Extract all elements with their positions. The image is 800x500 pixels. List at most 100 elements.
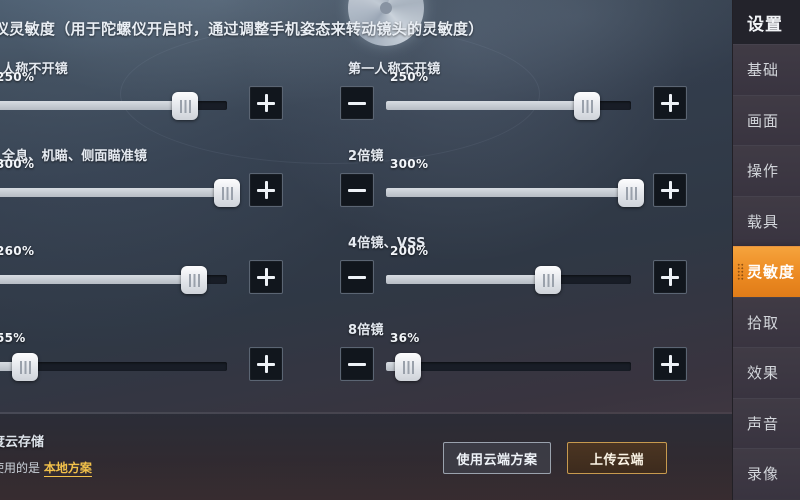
increase-button[interactable] <box>653 347 687 381</box>
slider-value: 36% <box>390 331 420 345</box>
sidebar-item-label: 拾取 <box>747 313 780 332</box>
increase-button[interactable] <box>653 173 687 207</box>
slider-cell-left: 55% <box>0 319 340 406</box>
slider-handle[interactable] <box>535 266 561 294</box>
sidebar-item-label: 载具 <box>747 212 780 231</box>
slider-fill <box>0 275 194 284</box>
sidebar-header: 设置 <box>733 0 800 44</box>
increase-button[interactable] <box>249 347 283 381</box>
settings-sidebar: 设置 基础画面操作载具灵敏度拾取效果声音录像 <box>732 0 800 500</box>
slider-cell-left: 人称不开镜 250% <box>0 58 340 145</box>
sidebar-item-list: 基础画面操作载具灵敏度拾取效果声音录像 <box>733 44 800 499</box>
sidebar-item-label: 画面 <box>747 111 780 130</box>
sidebar-item-label: 声音 <box>747 414 780 433</box>
sidebar-item-1[interactable]: 基础 <box>733 44 800 95</box>
drag-handle-icon <box>737 262 744 281</box>
sensitivity-slider[interactable]: 260% <box>0 244 227 300</box>
sidebar-item-4[interactable]: 载具 <box>733 195 800 246</box>
decrease-button[interactable] <box>340 86 374 120</box>
minus-icon <box>348 101 366 105</box>
sidebar-item-label: 效果 <box>747 364 780 383</box>
slider-control: 36% <box>340 331 687 387</box>
sidebar-item-3[interactable]: 操作 <box>733 145 800 196</box>
slider-value: 250% <box>390 70 429 84</box>
sidebar-item-7[interactable]: 效果 <box>733 347 800 398</box>
sensitivity-slider[interactable]: 36% <box>386 331 631 387</box>
current-scheme-value: 本地方案 <box>43 461 92 477</box>
decrease-button[interactable] <box>340 347 374 381</box>
minus-icon <box>348 188 366 192</box>
slider-value: 200% <box>390 244 429 258</box>
slider-control: 250% <box>0 70 283 126</box>
sidebar-item-2[interactable]: 画面 <box>733 94 800 145</box>
plus-icon-vertical <box>668 355 672 373</box>
sensitivity-slider[interactable]: 200% <box>386 244 631 300</box>
slider-handle[interactable] <box>172 92 198 120</box>
sidebar-item-8[interactable]: 声音 <box>733 397 800 448</box>
slider-track[interactable] <box>386 362 631 371</box>
slider-fill <box>0 188 227 197</box>
slider-cell-right: 8倍镜 36% <box>340 319 700 406</box>
slider-cell-right: 4倍镜、VSS 200% <box>340 232 700 319</box>
sidebar-item-label: 灵敏度 <box>747 263 796 282</box>
slider-value: 260% <box>0 244 35 258</box>
sidebar-item-9[interactable]: 录像 <box>733 448 800 499</box>
slider-handle[interactable] <box>395 353 421 381</box>
slider-cell-right: 第一人称不开镜 250% <box>340 58 700 145</box>
slider-control: 300% <box>0 157 283 213</box>
decrease-button[interactable] <box>340 260 374 294</box>
decrease-button[interactable] <box>340 173 374 207</box>
sidebar-item-6[interactable]: 拾取 <box>733 296 800 347</box>
slider-row: 55% 8倍镜 36% <box>0 319 740 406</box>
upload-cloud-button[interactable]: 上传云端 <box>567 442 667 474</box>
increase-button[interactable] <box>249 173 283 207</box>
slider-fill <box>386 101 587 110</box>
increase-button[interactable] <box>249 86 283 120</box>
slider-handle[interactable] <box>618 179 644 207</box>
slider-value: 300% <box>390 157 429 171</box>
slider-handle[interactable] <box>12 353 38 381</box>
slider-handle[interactable] <box>574 92 600 120</box>
plus-icon-vertical <box>668 268 672 286</box>
slider-label: 8倍镜 <box>348 323 384 338</box>
slider-value: 300% <box>0 157 35 171</box>
sensitivity-slider[interactable]: 300% <box>386 157 644 213</box>
sidebar-item-label: 录像 <box>747 465 780 484</box>
slider-control: 55% <box>0 331 283 387</box>
slider-fill <box>386 188 631 197</box>
plus-icon-vertical <box>264 355 268 373</box>
page-title: 仪灵敏度（用于陀螺仪开启时，通过调整手机姿态来转动镜头的灵敏度） <box>0 20 484 38</box>
plus-icon-vertical <box>264 94 268 112</box>
plus-icon-vertical <box>264 181 268 199</box>
sidebar-item-label: 操作 <box>747 162 780 181</box>
cloud-storage-title: 度云存储 <box>0 435 45 450</box>
slider-control: 250% <box>340 70 687 126</box>
slider-fill <box>386 275 548 284</box>
slider-handle[interactable] <box>181 266 207 294</box>
sidebar-item-label: 基础 <box>747 61 780 80</box>
slider-row: 260% 4倍镜、VSS 200% <box>0 232 740 319</box>
minus-icon <box>348 362 366 366</box>
current-scheme-prefix: 使用的是 <box>0 461 41 475</box>
increase-button[interactable] <box>653 260 687 294</box>
use-cloud-scheme-button[interactable]: 使用云端方案 <box>443 442 551 474</box>
sensitivity-slider[interactable]: 55% <box>0 331 227 387</box>
increase-button[interactable] <box>249 260 283 294</box>
sidebar-item-5[interactable]: 灵敏度 <box>733 246 800 297</box>
slider-control: 300% <box>340 157 687 213</box>
settings-screen: 仪灵敏度（用于陀螺仪开启时，通过调整手机姿态来转动镜头的灵敏度） 人称不开镜 25… <box>0 0 800 500</box>
sensitivity-slider[interactable]: 250% <box>386 70 631 126</box>
slider-value: 55% <box>0 331 26 345</box>
slider-cell-left: 260% <box>0 232 340 319</box>
current-scheme-text: 使用的是 本地方案 <box>0 459 92 477</box>
slider-label: 2倍镜 <box>348 149 384 164</box>
sensitivity-slider[interactable]: 250% <box>0 70 227 126</box>
slider-cell-right: 2倍镜 300% <box>340 145 700 232</box>
increase-button[interactable] <box>653 86 687 120</box>
plus-icon-vertical <box>668 94 672 112</box>
slider-handle[interactable] <box>214 179 240 207</box>
slider-control: 260% <box>0 244 283 300</box>
minus-icon <box>348 275 366 279</box>
slider-control: 200% <box>340 244 687 300</box>
sensitivity-slider[interactable]: 300% <box>0 157 240 213</box>
